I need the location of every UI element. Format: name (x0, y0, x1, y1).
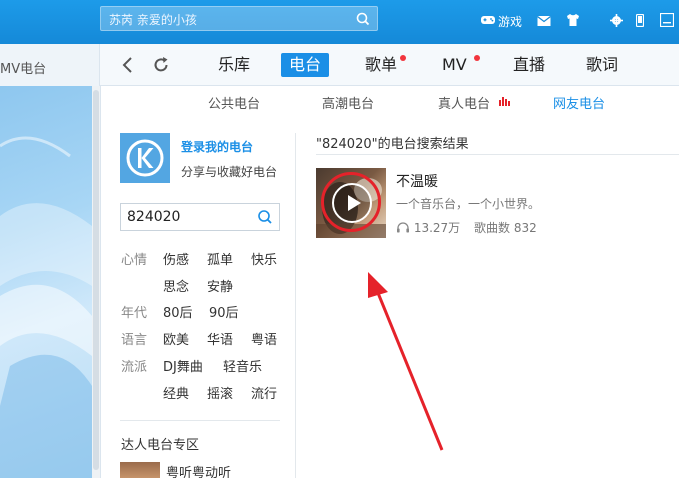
tag-rock[interactable]: 摇滚 (207, 383, 233, 402)
search-query-text[interactable]: 苏芮 亲爱的小孩 (109, 11, 197, 28)
mobile-button[interactable] (635, 12, 645, 31)
game-button[interactable]: 游戏 (480, 12, 522, 31)
category-genre-label: 流派 (121, 360, 148, 375)
global-search-box[interactable]: 苏芮 亲爱的小孩 (100, 6, 378, 31)
tag-light-music[interactable]: 轻音乐 (223, 356, 262, 375)
subtab-real-person-radio[interactable]: 真人电台 (438, 93, 490, 112)
gamepad-icon (481, 16, 495, 24)
tag-90s[interactable]: 90后 (209, 302, 239, 321)
kugou-k-icon (126, 139, 164, 177)
radio-title[interactable]: 不温暖 (396, 171, 438, 191)
category-language-label: 语言 (121, 333, 148, 348)
tag-classic[interactable]: 经典 (163, 383, 189, 402)
mv-notification-dot (474, 55, 480, 61)
annotation-circle (321, 172, 381, 232)
tag-dj-dance[interactable]: DJ舞曲 (163, 356, 203, 375)
mobile-icon (635, 13, 645, 28)
shirt-icon (567, 14, 579, 26)
tag-lonely[interactable]: 孤单 (207, 249, 233, 268)
expert-radio-avatar[interactable] (120, 462, 160, 478)
category-mood-label: 心情 (121, 253, 148, 268)
results-divider (316, 154, 679, 155)
category-era-label: 年代 (121, 306, 148, 321)
radio-description: 一个音乐台，一个小世界。 (396, 197, 541, 211)
annotation-arrow (368, 272, 444, 451)
minimize-button[interactable] (659, 12, 675, 31)
search-icon[interactable] (355, 11, 371, 27)
login-my-radio-link[interactable]: 登录我的电台 (181, 138, 253, 155)
song-count: 832 (513, 221, 537, 235)
background-artwork (0, 86, 92, 478)
tag-western[interactable]: 欧美 (163, 329, 189, 348)
nav-bar (0, 44, 679, 86)
tag-missing[interactable]: 思念 (163, 276, 189, 295)
radio-search-input[interactable] (127, 209, 247, 225)
search-results-title: "824020"的电台搜索结果 (316, 137, 469, 152)
headphones-icon (397, 222, 409, 233)
subtab-user-radio[interactable]: 网友电台 (553, 93, 605, 112)
tab-music-library[interactable]: 乐库 (218, 53, 250, 77)
subtab-public-radio[interactable]: 公共电台 (208, 93, 260, 112)
tab-radio[interactable]: 电台 (281, 53, 330, 77)
tag-happy[interactable]: 快乐 (251, 249, 277, 268)
mail-icon (537, 16, 551, 26)
tab-mv[interactable]: MV (442, 53, 467, 77)
gear-icon (610, 14, 623, 27)
listener-count: 13.27万 (413, 221, 461, 235)
tab-lyrics[interactable]: 歌词 (586, 53, 618, 77)
tag-cantonese[interactable]: 粤语 (251, 329, 277, 348)
skin-button[interactable] (565, 12, 581, 31)
tag-pop[interactable]: 流行 (251, 383, 277, 402)
kugou-logo (120, 133, 170, 183)
playlist-notification-dot (400, 55, 406, 61)
login-subtitle: 分享与收藏好电台 (181, 165, 278, 179)
tab-live[interactable]: 直播 (513, 53, 545, 77)
expert-radio-section-title: 达人电台专区 (121, 438, 200, 453)
back-arrow-icon[interactable] (121, 56, 135, 74)
tag-chinese[interactable]: 华语 (207, 329, 233, 348)
subtab-climax-radio[interactable]: 高潮电台 (322, 93, 374, 112)
tag-quiet[interactable]: 安静 (207, 276, 233, 295)
panel-divider (100, 86, 101, 478)
minimize-icon (659, 12, 675, 28)
wave-decoration (0, 136, 92, 478)
sidebar-divider (120, 420, 280, 421)
equalizer-icon (499, 97, 510, 106)
mail-button[interactable] (537, 12, 551, 31)
radio-meta: 13.27万 歌曲数 832 (396, 219, 537, 236)
tag-sad[interactable]: 伤感 (163, 249, 189, 268)
left-panel-tab-label: MV电台 (0, 62, 47, 77)
song-count-label: 歌曲数 (474, 221, 511, 235)
radio-search-icon[interactable] (257, 209, 273, 225)
refresh-icon[interactable] (152, 56, 170, 74)
column-divider (295, 133, 296, 478)
radio-search-field[interactable] (120, 203, 280, 231)
left-panel-tab[interactable]: MV电台 (0, 44, 100, 86)
settings-button[interactable] (610, 12, 623, 31)
game-label: 游戏 (498, 15, 523, 29)
tag-80s[interactable]: 80后 (163, 302, 193, 321)
tab-playlist[interactable]: 歌单 (365, 53, 397, 77)
left-scrollbar-thumb[interactable] (93, 90, 99, 470)
expert-radio-name[interactable]: 粤听粤动听 (166, 462, 231, 478)
